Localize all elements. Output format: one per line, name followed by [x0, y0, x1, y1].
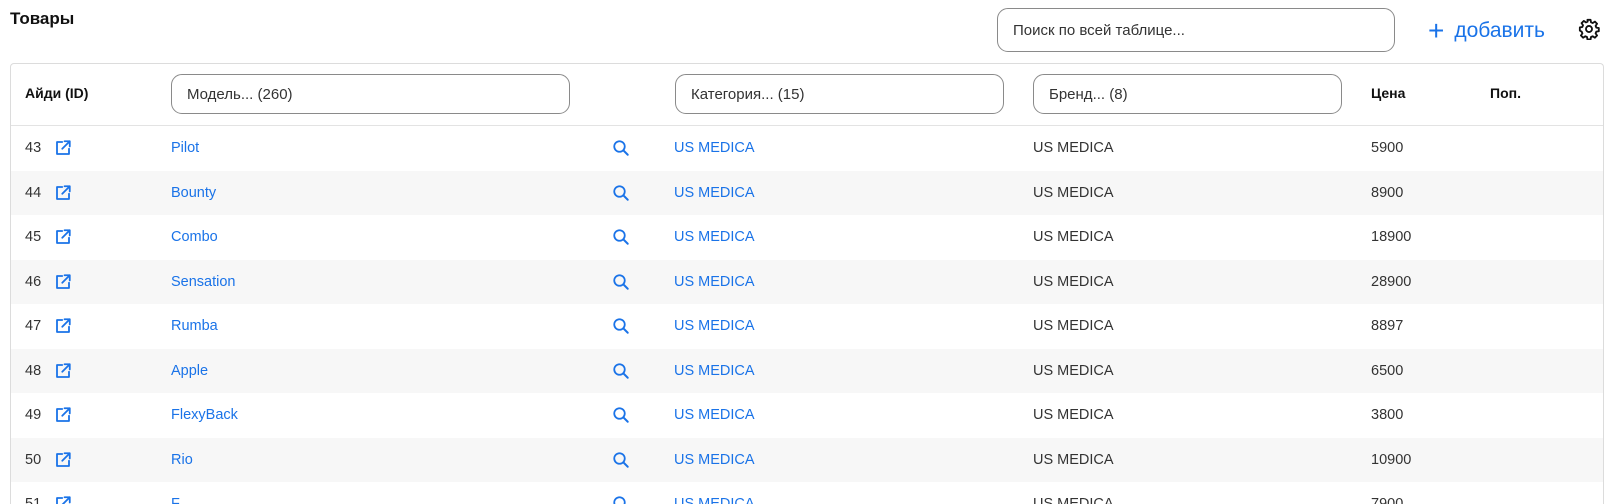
search-icon[interactable]	[612, 139, 630, 157]
row-model-link[interactable]: Combo	[171, 229, 218, 245]
gear-icon[interactable]	[1578, 18, 1600, 40]
row-category-link[interactable]: US MEDICA	[674, 229, 755, 245]
row-category-link[interactable]: US MEDICA	[674, 318, 755, 334]
row-id: 43	[25, 140, 41, 156]
row-model-link[interactable]: Pilot	[171, 140, 199, 156]
external-link-icon[interactable]	[54, 317, 72, 335]
row-id: 49	[25, 407, 41, 423]
brand-filter-input[interactable]	[1033, 74, 1342, 114]
search-icon[interactable]	[612, 273, 630, 291]
add-button[interactable]: + добавить	[1428, 14, 1545, 48]
external-link-icon[interactable]	[54, 273, 72, 291]
row-brand: US MEDICA	[1033, 363, 1114, 379]
row-brand: US MEDICA	[1033, 452, 1114, 468]
search-icon[interactable]	[612, 317, 630, 335]
row-category-link[interactable]: US MEDICA	[674, 452, 755, 468]
row-model-link[interactable]: F...	[171, 496, 190, 504]
row-id: 51	[25, 496, 41, 504]
row-model-link[interactable]: Sensation	[171, 274, 236, 290]
external-link-icon[interactable]	[54, 451, 72, 469]
table-row: 47 Rumba US MEDICA US MEDICA 8897	[11, 304, 1603, 349]
table-row: 43 Pilot US MEDICA US MEDICA 5900	[11, 126, 1603, 171]
page-title: Товары	[10, 9, 74, 29]
column-header-price[interactable]: Цена	[1371, 85, 1405, 101]
table-header: Айди (ID) Цена Поп.	[11, 64, 1603, 126]
category-filter-input[interactable]	[675, 74, 1004, 114]
row-price: 6500	[1371, 363, 1403, 379]
search-icon[interactable]	[612, 362, 630, 380]
row-price: 3800	[1371, 407, 1403, 423]
row-price: 28900	[1371, 274, 1411, 290]
search-icon[interactable]	[612, 495, 630, 504]
row-brand: US MEDICA	[1033, 274, 1114, 290]
row-brand: US MEDICA	[1033, 496, 1114, 504]
external-link-icon[interactable]	[54, 139, 72, 157]
row-price: 18900	[1371, 229, 1411, 245]
table-row: 45 Combo US MEDICA US MEDICA 18900	[11, 215, 1603, 260]
column-header-id[interactable]: Айди (ID)	[25, 85, 88, 101]
row-model-link[interactable]: Rumba	[171, 318, 218, 334]
search-icon[interactable]	[612, 406, 630, 424]
row-brand: US MEDICA	[1033, 140, 1114, 156]
search-icon[interactable]	[612, 184, 630, 202]
row-id: 44	[25, 185, 41, 201]
external-link-icon[interactable]	[54, 228, 72, 246]
search-icon[interactable]	[612, 451, 630, 469]
table-row: 48 Apple US MEDICA US MEDICA 6500	[11, 349, 1603, 394]
external-link-icon[interactable]	[54, 184, 72, 202]
table-row: 46 Sensation US MEDICA US MEDICA 28900	[11, 260, 1603, 305]
external-link-icon[interactable]	[54, 495, 72, 504]
external-link-icon[interactable]	[54, 362, 72, 380]
row-model-link[interactable]: Rio	[171, 452, 193, 468]
row-category-link[interactable]: US MEDICA	[674, 363, 755, 379]
table-row: 49 FlexyBack US MEDICA US MEDICA 3800	[11, 393, 1603, 438]
row-model-link[interactable]: Bounty	[171, 185, 216, 201]
table-search-input[interactable]	[997, 8, 1395, 52]
row-id: 45	[25, 229, 41, 245]
row-brand: US MEDICA	[1033, 185, 1114, 201]
row-brand: US MEDICA	[1033, 318, 1114, 334]
row-id: 50	[25, 452, 41, 468]
row-model-link[interactable]: Apple	[171, 363, 208, 379]
row-category-link[interactable]: US MEDICA	[674, 274, 755, 290]
add-button-label: добавить	[1454, 19, 1545, 43]
table-row: 44 Bounty US MEDICA US MEDICA 8900	[11, 171, 1603, 216]
row-category-link[interactable]: US MEDICA	[674, 496, 755, 504]
row-price: 5900	[1371, 140, 1403, 156]
model-filter-input[interactable]	[171, 74, 570, 114]
search-icon[interactable]	[612, 228, 630, 246]
column-header-pop[interactable]: Поп.	[1490, 85, 1521, 101]
row-price: 8897	[1371, 318, 1403, 334]
table-row: 50 Rio US MEDICA US MEDICA 10900	[11, 438, 1603, 483]
external-link-icon[interactable]	[54, 406, 72, 424]
table-body: 43 Pilot US MEDICA US MEDICA 5900 44 Bou…	[11, 126, 1603, 504]
row-category-link[interactable]: US MEDICA	[674, 407, 755, 423]
row-price: 7900	[1371, 496, 1403, 504]
row-category-link[interactable]: US MEDICA	[674, 185, 755, 201]
row-brand: US MEDICA	[1033, 407, 1114, 423]
products-table: Айди (ID) Цена Поп. 43 Pilot US MEDICA U…	[10, 63, 1604, 504]
plus-icon: +	[1428, 17, 1444, 45]
row-brand: US MEDICA	[1033, 229, 1114, 245]
row-model-link[interactable]: FlexyBack	[171, 407, 238, 423]
row-price: 8900	[1371, 185, 1403, 201]
row-category-link[interactable]: US MEDICA	[674, 140, 755, 156]
row-price: 10900	[1371, 452, 1411, 468]
row-id: 48	[25, 363, 41, 379]
row-id: 46	[25, 274, 41, 290]
row-id: 47	[25, 318, 41, 334]
